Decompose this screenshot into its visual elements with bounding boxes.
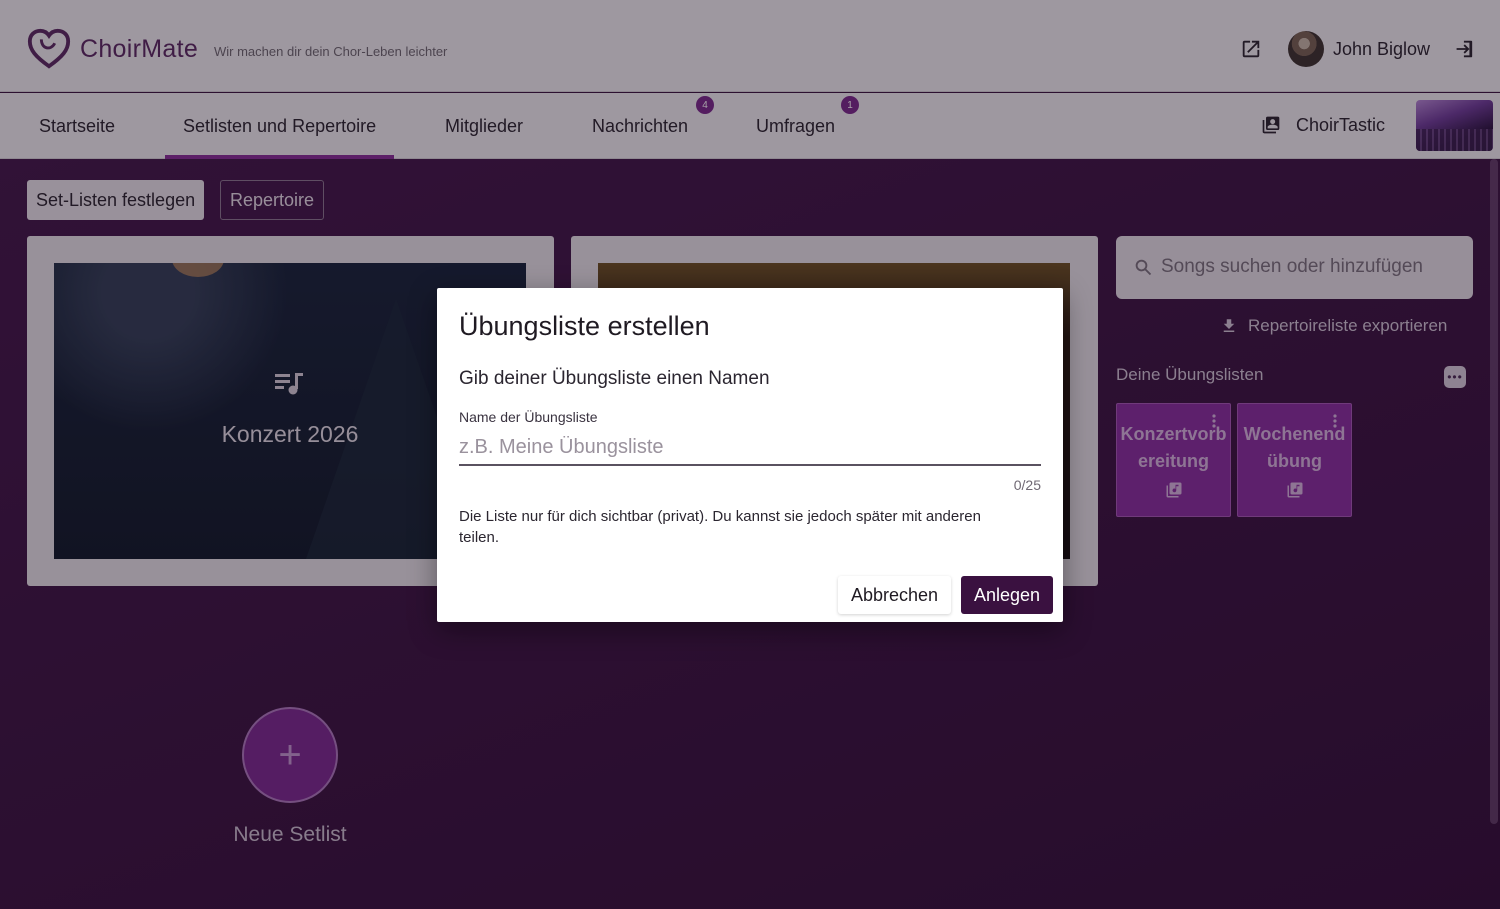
character-counter: 0/25 [1013,477,1041,493]
create-button[interactable]: Anlegen [961,576,1054,614]
dialog-title: Übungsliste erstellen [459,311,710,341]
dialog-subtitle: Gib deiner Übungsliste einen Namen [459,368,770,389]
create-practice-list-dialog: Übungsliste erstellen Gib deiner Übungsl… [437,288,1063,622]
dialog-info-text: Die Liste nur für dich sichtbar (privat)… [459,508,981,546]
list-name-input[interactable] [459,430,1041,466]
list-name-label: Name der Übungsliste [459,409,598,425]
cancel-button[interactable]: Abbrechen [838,576,952,614]
